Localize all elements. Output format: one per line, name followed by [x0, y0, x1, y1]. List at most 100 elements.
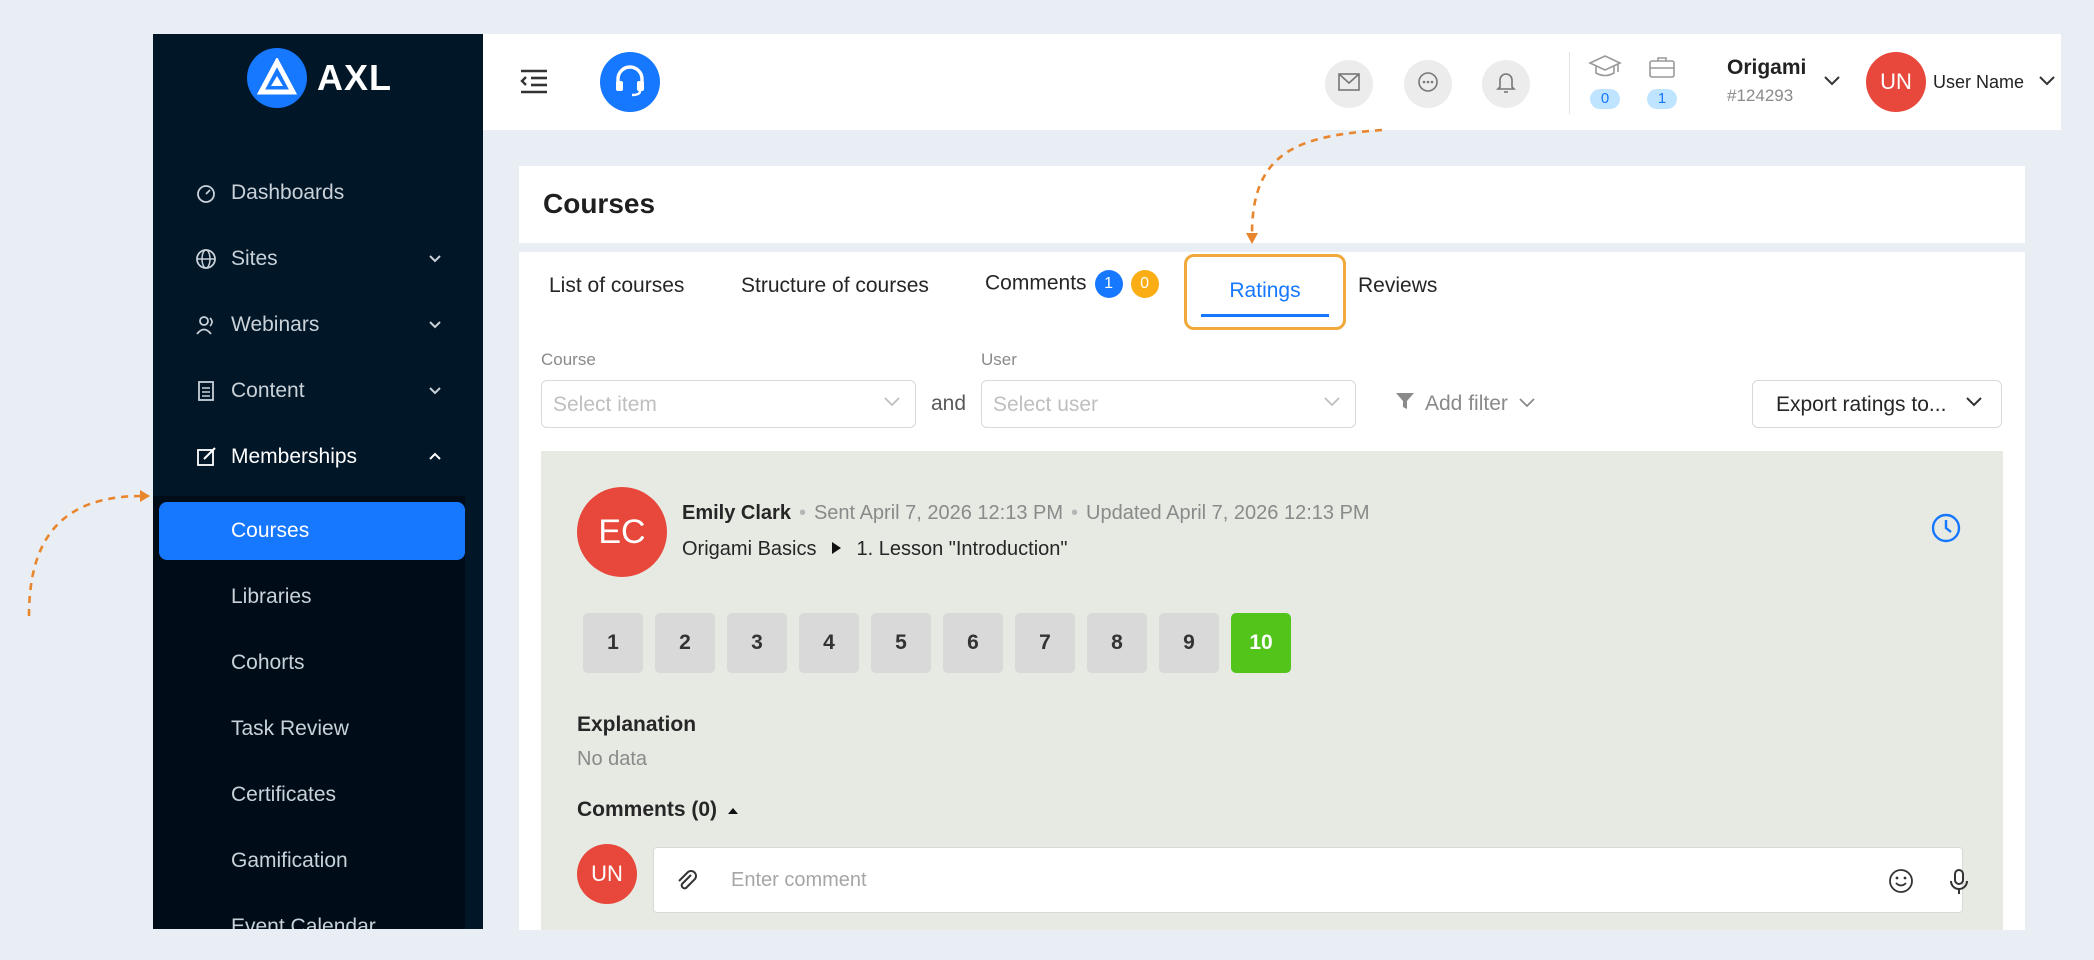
sidebar-item-label: Sites: [231, 247, 278, 270]
sidebar-item-content[interactable]: Content: [153, 362, 483, 420]
sidebar-item-label: Gamification: [231, 849, 348, 872]
explanation-title: Explanation: [577, 713, 697, 736]
content-icon: [194, 379, 218, 403]
tab-structure-of-courses[interactable]: Structure of courses: [741, 274, 929, 298]
organization-switcher[interactable]: Origami #124293: [1727, 56, 1806, 106]
score-button[interactable]: 4: [799, 613, 859, 673]
mail-icon: [1338, 72, 1360, 96]
user-filter-label: User: [981, 350, 1017, 369]
score-button-selected[interactable]: 10: [1231, 613, 1291, 673]
emoji-icon[interactable]: [1888, 868, 1914, 899]
commenter-avatar: UN: [577, 844, 637, 904]
rating-item: EC Emily Clark • Sent April 7, 2026 12:13 …: [541, 451, 2003, 930]
tab-list-of-courses[interactable]: List of courses: [549, 274, 684, 298]
sidebar-item-label: Event Calendar: [231, 915, 376, 929]
sidebar-item-task-review[interactable]: Task Review: [159, 700, 465, 758]
comments-toggle[interactable]: Comments (0): [577, 798, 739, 822]
webinar-icon: [194, 313, 218, 337]
org-name: Origami: [1727, 56, 1807, 79]
sidebar-item-label: Webinars: [231, 313, 320, 336]
sidebar-item-label: Certificates: [231, 783, 337, 806]
mail-button[interactable]: [1325, 60, 1373, 108]
score-button[interactable]: 8: [1087, 613, 1147, 673]
user-avatar[interactable]: UN: [1866, 52, 1926, 112]
score-button[interactable]: 3: [727, 613, 787, 673]
course-name[interactable]: Origami Basics: [682, 538, 816, 561]
add-filter-label: Add filter: [1425, 392, 1508, 415]
sidebar-item-memberships[interactable]: Memberships: [153, 428, 483, 486]
memberships-submenu: Courses Libraries Cohorts Task Review Ce…: [153, 496, 465, 929]
score-button[interactable]: 5: [871, 613, 931, 673]
courses-counter[interactable]: 0: [1587, 54, 1623, 109]
comments-title: Comments (0): [577, 798, 718, 821]
sidebar-item-dashboards[interactable]: Dashboards: [153, 164, 483, 222]
tab-comments[interactable]: Comments 1 0: [985, 270, 1159, 298]
course-select[interactable]: Select item: [541, 380, 916, 428]
caret-right-icon: [830, 538, 842, 561]
notifications-button[interactable]: [1482, 60, 1530, 108]
score-button[interactable]: 6: [943, 613, 1003, 673]
chevron-down-icon[interactable]: [2038, 74, 2056, 93]
edit-icon: [194, 445, 218, 469]
score-scale: 1 2 3 4 5 6 7 8 9 10: [583, 613, 1291, 673]
user-select-placeholder: Select user: [993, 393, 1099, 416]
chevron-down-icon: [427, 248, 443, 272]
header-divider: [1569, 52, 1570, 114]
history-clock-icon[interactable]: [1930, 512, 1962, 549]
sidebar-item-sites[interactable]: Sites: [153, 230, 483, 288]
tab-label: Comments: [985, 271, 1087, 295]
sidebar-item-label: Content: [231, 379, 305, 402]
chat-icon: [1417, 71, 1439, 98]
chevron-down-icon[interactable]: [1823, 74, 1841, 93]
author-name[interactable]: Emily Clark: [682, 502, 791, 524]
top-header: 0 1 Origami #124293 UN User Name: [483, 34, 2061, 130]
user-select[interactable]: Select user: [981, 380, 1356, 428]
sidebar-item-gamification[interactable]: Gamification: [159, 832, 465, 890]
sidebar-item-event-calendar[interactable]: Event Calendar: [159, 898, 465, 929]
tab-ratings[interactable]: Ratings: [1184, 254, 1346, 330]
headset-icon: [612, 62, 648, 103]
sidebar-item-label: Dashboards: [231, 181, 345, 204]
collapse-menu-icon[interactable]: [519, 68, 549, 99]
sidebar-item-certificates[interactable]: Certificates: [159, 766, 465, 824]
bell-icon: [1496, 71, 1516, 98]
export-ratings-dropdown[interactable]: Export ratings to...: [1752, 380, 2002, 428]
sent-date: Sent April 7, 2026 12:13 PM: [813, 502, 1064, 524]
tab-reviews[interactable]: Reviews: [1358, 274, 1437, 298]
caret-up-icon: [727, 798, 739, 822]
brand-logo[interactable]: AXL: [247, 48, 392, 108]
brand-name: AXL: [317, 57, 392, 98]
support-button[interactable]: [600, 52, 660, 112]
score-button[interactable]: 7: [1015, 613, 1075, 673]
sidebar-item-label: Libraries: [231, 585, 312, 608]
score-button[interactable]: 9: [1159, 613, 1219, 673]
dashboard-icon: [194, 181, 218, 205]
add-filter-button[interactable]: Add filter: [1395, 391, 1536, 417]
chevron-up-icon: [427, 446, 443, 470]
lesson-name[interactable]: 1. Lesson "Introduction": [856, 538, 1067, 561]
rating-meta: Emily Clark • Sent April 7, 2026 12:13 PM •…: [682, 502, 1370, 524]
sidebar-item-cohorts[interactable]: Cohorts: [159, 634, 465, 692]
microphone-icon[interactable]: [1948, 868, 1970, 901]
orders-counter[interactable]: 1: [1644, 54, 1680, 109]
attachment-icon[interactable]: [674, 868, 700, 899]
chevron-down-icon: [1518, 392, 1536, 416]
comments-badge-pending: 0: [1130, 270, 1159, 298]
chevron-down-icon: [427, 380, 443, 404]
user-name[interactable]: User Name: [1933, 72, 2024, 93]
score-button[interactable]: 2: [655, 613, 715, 673]
comments-badge-new: 1: [1094, 270, 1123, 298]
sidebar-item-libraries[interactable]: Libraries: [159, 568, 465, 626]
graduation-cap-icon: [1588, 55, 1622, 84]
sidebar-item-webinars[interactable]: Webinars: [153, 296, 483, 354]
sidebar-item-courses[interactable]: Courses: [159, 502, 465, 560]
course-select-placeholder: Select item: [553, 393, 657, 416]
logo-icon: [247, 48, 307, 108]
score-button[interactable]: 1: [583, 613, 643, 673]
comment-input[interactable]: Enter comment: [653, 847, 1968, 913]
orders-count-badge: 1: [1647, 89, 1677, 109]
explanation-value: No data: [577, 748, 648, 770]
comment-placeholder: Enter comment: [731, 869, 867, 891]
sidebar-item-label: Memberships: [231, 445, 358, 468]
chat-button[interactable]: [1404, 60, 1452, 108]
